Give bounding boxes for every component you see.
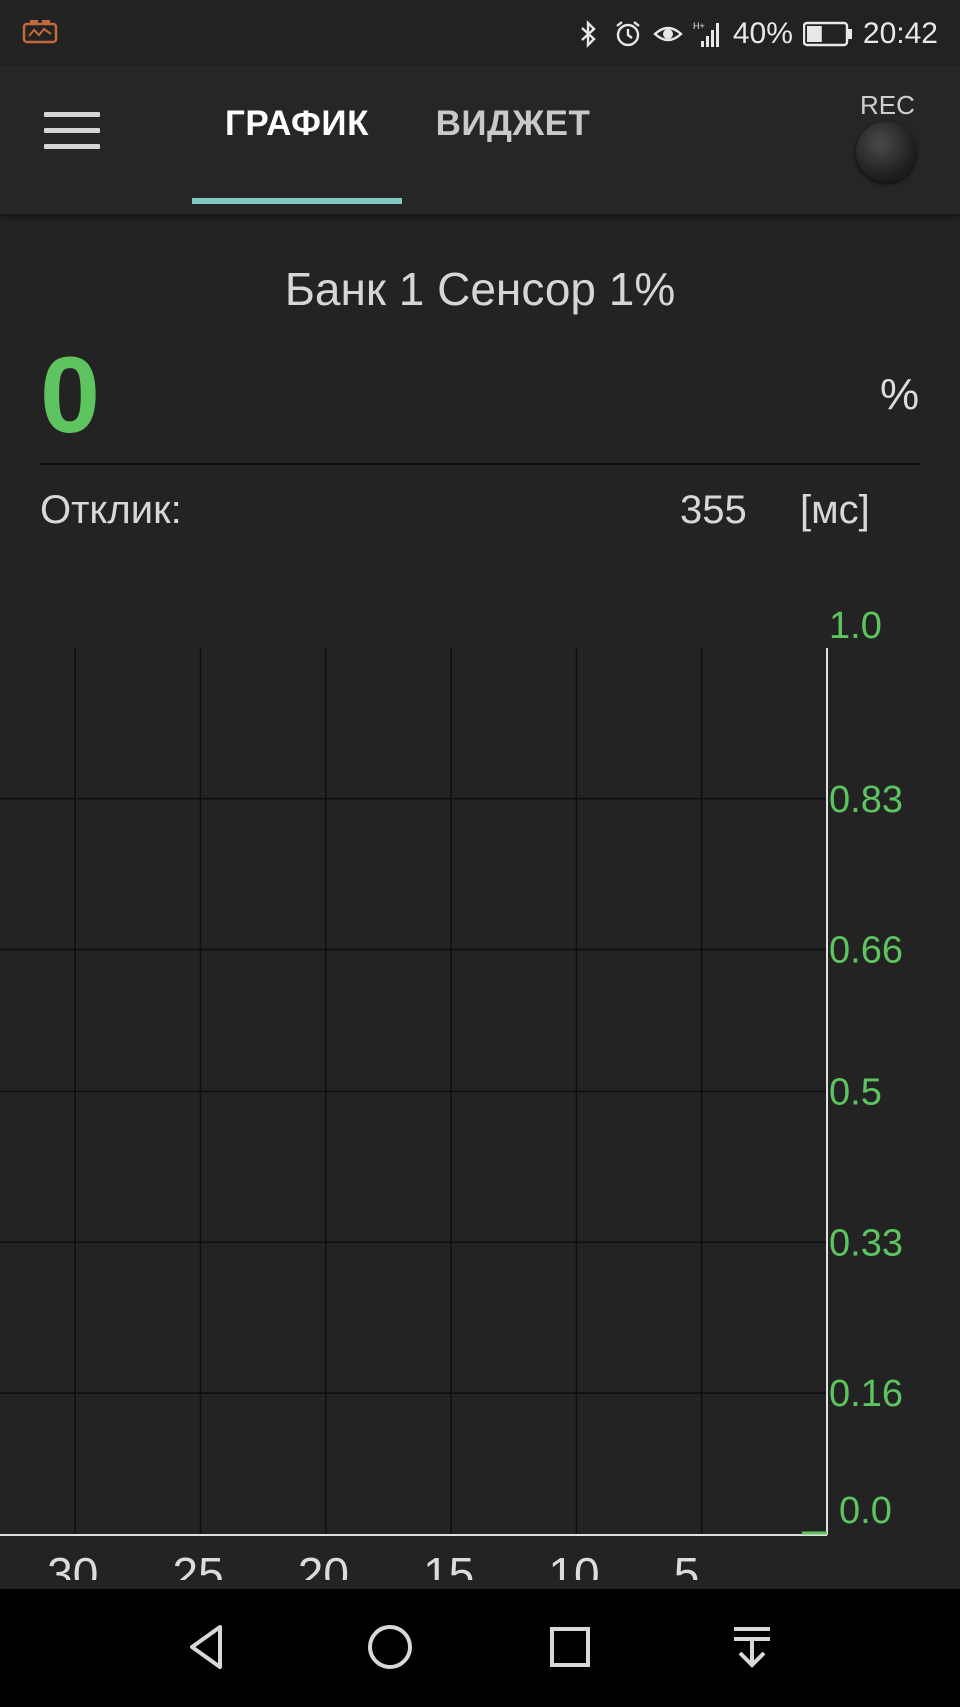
- tab-graph[interactable]: ГРАФИК: [192, 104, 402, 166]
- battery-percent: 40%: [732, 17, 793, 50]
- signal-icon: H+: [693, 21, 719, 47]
- response-label: Отклик:: [40, 488, 182, 532]
- divider: [40, 463, 920, 465]
- clock: 20:42: [862, 17, 938, 50]
- alarm-icon: [616, 21, 640, 47]
- eye-icon: [653, 26, 683, 42]
- y-tick-label: 0.16: [829, 1373, 903, 1415]
- sensor-title: Банк 1 Сенсор 1%: [284, 263, 676, 315]
- status-bar: H+ 40% 20:42: [0, 0, 960, 66]
- x-tick-label: 10: [548, 1548, 599, 1580]
- y-tick-label: 0.83: [829, 779, 903, 821]
- app-bar: ГРАФИК ВИДЖЕТ REC: [0, 66, 960, 214]
- tab-widget[interactable]: ВИДЖЕТ: [402, 104, 624, 166]
- y-tick-label: 0.66: [829, 930, 903, 972]
- y-tick-label: 0.33: [829, 1222, 903, 1264]
- sensor-chart: 1.0 0.83 0.66 0.5 0.33 0.16 0.0 30 25 20 15 10 5: [0, 605, 903, 1580]
- active-tab-indicator: [192, 198, 402, 204]
- back-icon[interactable]: [178, 1617, 238, 1677]
- x-tick-label: 30: [47, 1548, 98, 1580]
- sensor-unit: %: [880, 370, 920, 419]
- y-tick-label: 0.5: [829, 1072, 882, 1114]
- hamburger-menu-icon[interactable]: [44, 112, 100, 158]
- x-tick-label: 25: [172, 1548, 223, 1580]
- y-tick-label: 1.0: [829, 605, 882, 647]
- navigation-bar: [0, 1589, 960, 1707]
- recents-icon[interactable]: [540, 1617, 600, 1677]
- bluetooth-icon: [581, 20, 596, 48]
- rec-label: REC: [860, 90, 915, 120]
- status-icons: H+ 40% 20:42: [573, 14, 938, 54]
- response-unit: [мс]: [800, 488, 870, 532]
- x-tick-label: 15: [423, 1548, 474, 1580]
- x-tick-label: 5: [674, 1548, 700, 1580]
- sensor-value: 0: [40, 334, 101, 455]
- y-tick-label: 0.0: [839, 1490, 892, 1532]
- home-icon[interactable]: [360, 1617, 420, 1677]
- notifications-pulldown-icon[interactable]: [722, 1617, 782, 1677]
- svg-text:H+: H+: [693, 21, 705, 31]
- record-button[interactable]: [856, 122, 916, 182]
- response-value: 355: [680, 488, 747, 532]
- car-dashboard-icon: [22, 20, 58, 44]
- battery-icon: [802, 21, 852, 47]
- x-tick-label: 20: [298, 1548, 349, 1580]
- screen: H+ 40% 20:42 ГРАФИК ВИДЖЕТ REC Банк 1 Се…: [0, 0, 960, 1707]
